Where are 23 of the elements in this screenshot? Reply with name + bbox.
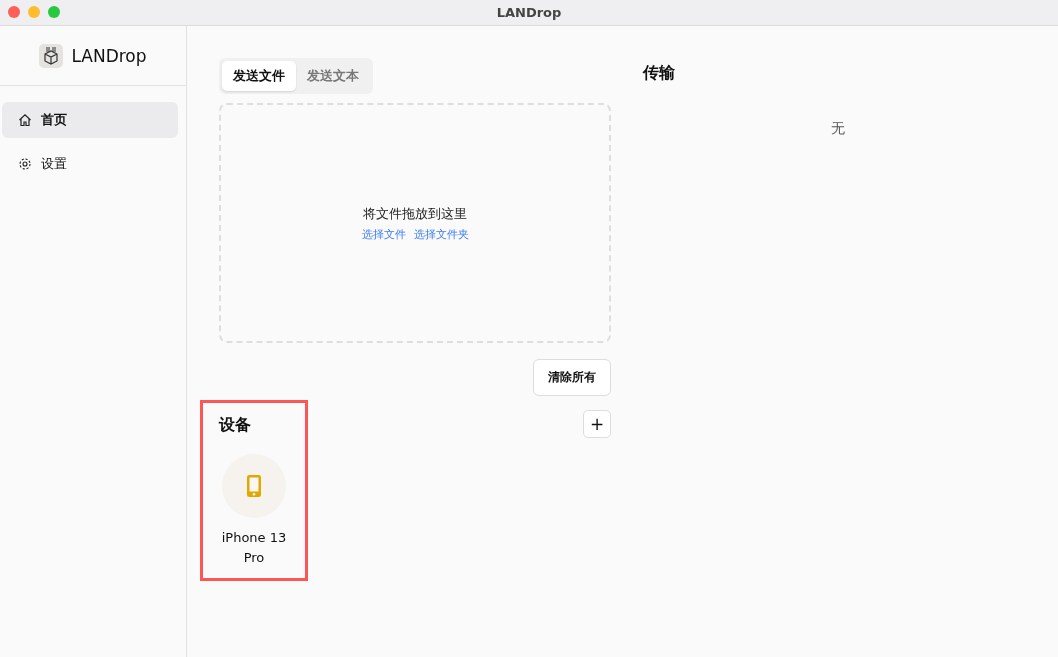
phone-icon — [247, 475, 261, 497]
file-link[interactable]: 选择文件夹 — [413, 226, 469, 242]
settings-icon — [18, 157, 32, 171]
clear-all-button[interactable]: 清除所有 — [533, 359, 611, 396]
nav-item[interactable]: 首页 — [2, 102, 178, 138]
drop-zone[interactable]: 将文件拖放到这里 选择文件 选择文件夹 — [219, 103, 611, 343]
nav-item[interactable]: 设置 — [2, 146, 178, 182]
send-tab[interactable]: 发送文件 — [222, 61, 296, 91]
add-device-button[interactable]: + — [583, 410, 611, 438]
minimize-button[interactable] — [28, 6, 40, 18]
devices-heading: 设备 — [219, 415, 251, 436]
device-name: iPhone 13 Pro — [220, 529, 288, 567]
send-tab[interactable]: 发送文本 — [296, 61, 370, 91]
app-name: LANDrop — [71, 45, 147, 66]
close-button[interactable] — [8, 6, 20, 18]
window-title: LANDrop — [496, 5, 562, 20]
empty-text: 无 — [831, 120, 845, 138]
transfers-heading: 传输 — [643, 63, 676, 84]
zoom-button[interactable] — [48, 6, 60, 18]
file-link[interactable]: 选择文件 — [361, 226, 406, 242]
home-icon — [18, 113, 32, 127]
box-logo-icon — [39, 43, 64, 68]
drop-prompt: 将文件拖放到这里 — [363, 204, 467, 223]
